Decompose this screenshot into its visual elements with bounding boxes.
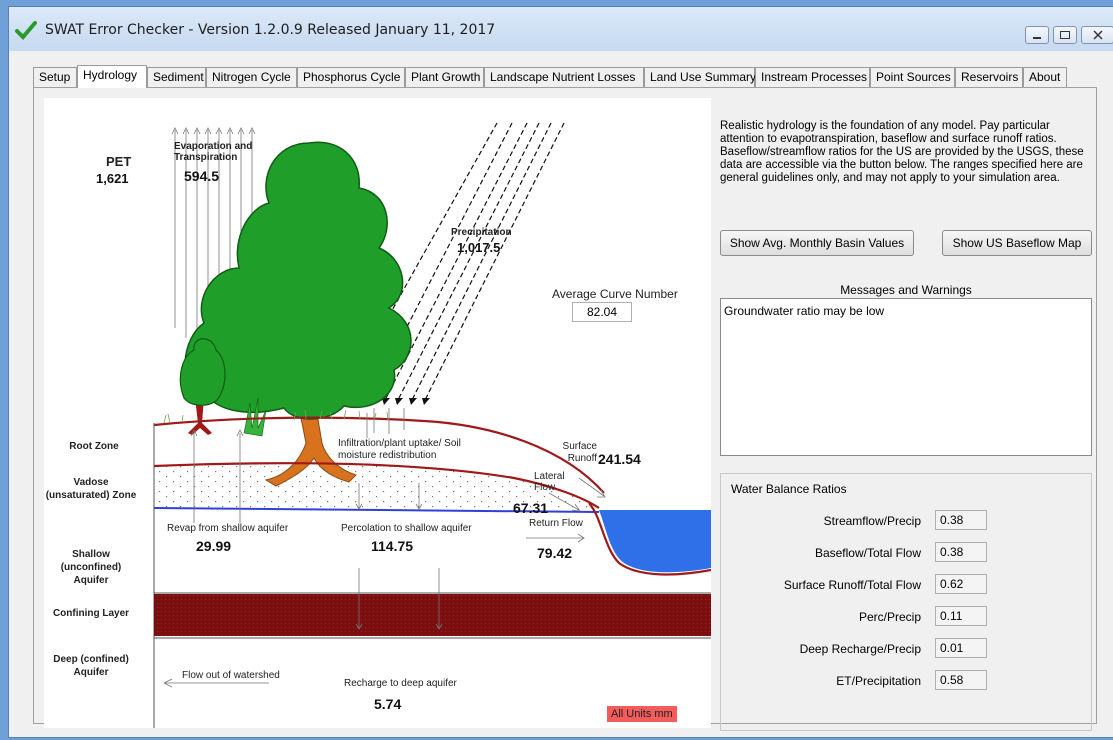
- ratio-label: Surface Runoff/Total Flow: [783, 578, 921, 592]
- precipitation-value: 1,017.5: [457, 240, 501, 255]
- percolation-label: Percolation to shallow aquifer: [341, 523, 472, 534]
- ratio-value: 0.58: [935, 670, 987, 690]
- evaporation-label: Evaporation and Transpiration: [174, 141, 253, 163]
- infiltration-label: Infiltration/plant uptake/ Soil moisture…: [338, 438, 461, 461]
- messages-title: Messages and Warnings: [840, 283, 972, 297]
- hydrology-panel: PET 1,621 Evaporation and Transpiration …: [33, 87, 1097, 731]
- ratio-label: Perc/Precip: [858, 610, 921, 624]
- confining-layer-label: Confining Layer: [52, 608, 130, 619]
- confining-layer: [154, 594, 711, 636]
- precipitation-arrows: [380, 122, 565, 399]
- maximize-button[interactable]: [1053, 26, 1077, 44]
- ratio-value: 0.01: [935, 638, 987, 658]
- surface-runoff-label: Surface Runoff: [562, 441, 597, 464]
- ratio-value: 0.38: [935, 510, 987, 530]
- return-flow-value: 79.42: [537, 545, 573, 561]
- info-panel: Realistic hydrology is the foundation of…: [720, 98, 1092, 731]
- diagram-graphic: [153, 122, 711, 728]
- show-baseflow-map-button[interactable]: Show US Baseflow Map: [942, 230, 1092, 256]
- lateral-flow-label: Lateral Flow: [534, 471, 565, 493]
- tab-phosphorus-cycle[interactable]: Phosphorus Cycle: [297, 67, 405, 87]
- recharge-label: Recharge to deep aquifer: [344, 678, 457, 689]
- ratio-label: Baseflow/Total Flow: [814, 546, 921, 560]
- evaporation-value: 594.5: [184, 168, 220, 184]
- tab-sediment[interactable]: Sediment: [147, 67, 206, 87]
- pet-label: PET: [106, 154, 132, 169]
- vadose-zone-label: Vadose (unsaturated) Zone: [45, 477, 137, 501]
- title-bar: SWAT Error Checker - Version 1.2.0.9 Rel…: [9, 7, 1113, 51]
- water-balance-group: Water Balance Ratios Streamflow/Precip 0…: [720, 473, 1092, 731]
- app-window: SWAT Error Checker - Version 1.2.0.9 Rel…: [8, 6, 1113, 738]
- tab-reservoirs[interactable]: Reservoirs: [955, 67, 1023, 87]
- water-balance-title: Water Balance Ratios: [731, 482, 847, 496]
- show-monthly-values-button[interactable]: Show Avg. Monthly Basin Values: [720, 230, 914, 256]
- ratio-label: Deep Recharge/Precip: [799, 642, 921, 656]
- message-text: Groundwater ratio may be low: [724, 304, 885, 318]
- tab-plant-growth[interactable]: Plant Growth: [405, 67, 484, 87]
- minimize-button[interactable]: [1025, 26, 1049, 44]
- lateral-flow-value: 67.31: [513, 500, 549, 516]
- ratio-value: 0.11: [935, 606, 987, 626]
- messages-box[interactable]: Groundwater ratio may be low: [720, 298, 1092, 456]
- hydrology-diagram: PET 1,621 Evaporation and Transpiration …: [44, 98, 711, 728]
- return-flow-label: Return Flow: [529, 518, 583, 529]
- maximize-icon: [1060, 31, 1070, 39]
- surface-runoff-value: 241.54: [598, 451, 641, 467]
- tab-instream-processes[interactable]: Instream Processes: [755, 67, 870, 87]
- revap-label: Revap from shallow aquifer: [167, 523, 289, 534]
- recharge-value: 5.74: [374, 696, 402, 712]
- close-icon: [1093, 30, 1103, 40]
- pet-value: 1,621: [96, 171, 129, 186]
- ratio-label: Streamflow/Precip: [823, 514, 921, 528]
- revap-value: 29.99: [196, 538, 232, 554]
- precipitation-label: Precipitation: [451, 227, 512, 238]
- curve-number-label: Average Curve Number: [552, 287, 678, 301]
- tab-hydrology[interactable]: Hydrology: [77, 65, 147, 88]
- tab-nitrogen-cycle[interactable]: Nitrogen Cycle: [206, 67, 297, 87]
- root-zone-label: Root Zone: [69, 441, 119, 452]
- tab-land-use-summary[interactable]: Land Use Summary: [644, 67, 756, 87]
- shallow-aquifer-label: Shallow (unconfined) Aquifer: [60, 549, 122, 586]
- tab-point-sources[interactable]: Point Sources: [870, 67, 955, 87]
- close-button[interactable]: [1081, 26, 1113, 44]
- curve-number-field: 82.04: [572, 302, 632, 322]
- ratio-value: 0.62: [935, 574, 987, 594]
- units-badge: All Units mm: [607, 706, 677, 722]
- check-icon: [15, 21, 37, 40]
- window-title: SWAT Error Checker - Version 1.2.0.9 Rel…: [45, 22, 496, 38]
- minimize-icon: [1033, 37, 1041, 39]
- intro-text: Realistic hydrology is the foundation of…: [720, 120, 1084, 184]
- tab-landscape-nutrient-losses[interactable]: Landscape Nutrient Losses: [484, 67, 644, 87]
- deep-aquifer-label: Deep (confined) Aquifer: [53, 654, 129, 678]
- percolation-value: 114.75: [371, 538, 414, 554]
- ratio-value: 0.38: [935, 542, 987, 562]
- tab-about[interactable]: About: [1023, 67, 1067, 87]
- outflow-label: Flow out of watershed: [182, 670, 280, 681]
- tab-setup[interactable]: Setup: [33, 67, 77, 87]
- ratio-label: ET/Precipitation: [836, 674, 921, 688]
